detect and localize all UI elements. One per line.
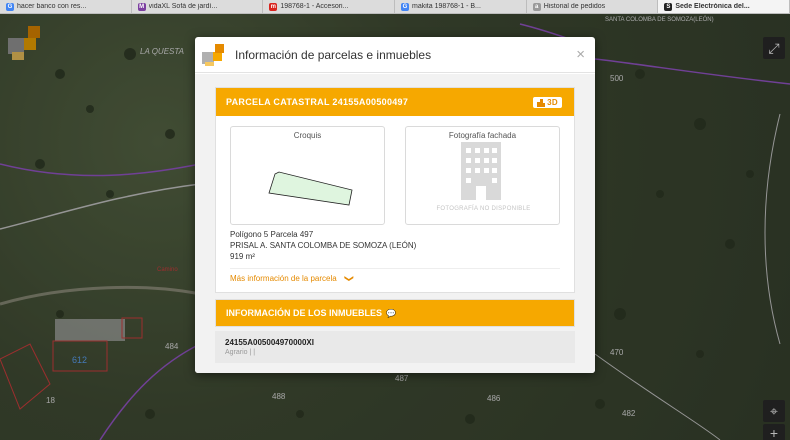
chevron-down-icon: ❯ [343,274,354,283]
browser-tab-bar: Ghacer banco con res... MvidaXL Sofá de … [0,0,790,14]
parcel-sketch [268,171,353,206]
dialog-title: Información de parcelas e inmuebles [235,47,432,62]
photo-unavailable-text: FOTOGRAFÍA NO DISPONIBLE [436,206,531,212]
badge-label: 3D [547,98,558,107]
tab-label: makita 198768-1 - B... [412,3,481,10]
tab-label: 198768-1 - Accesori... [280,3,349,10]
tab-favicon-icon: G [401,2,410,11]
comment-icon: 💬 [386,308,396,318]
dialog-body[interactable]: PARCELA CATASTRAL 24155A00500497 3D Croq… [195,74,595,373]
tab-favicon-icon: S [664,2,673,11]
browser-tab[interactable]: m 198768-1 - Accesori... [263,0,396,13]
tab-favicon-icon: a [532,2,541,11]
parcel-info-dialog: Información de parcelas e inmuebles × PA… [195,37,595,373]
inmueble-list-item[interactable]: 24155A005004970000XI Agrario | | [215,331,575,363]
inmuebles-header: INFORMACIÓN DE LOS INMUEBLES 💬 [215,299,575,327]
browser-tab[interactable]: a Historial de pedidos [527,0,659,13]
poligono-parcela: Polígono 5 Parcela 497 [230,230,314,239]
tab-favicon-icon: m [269,2,278,11]
browser-tab[interactable]: MvidaXL Sofá de jardí... [132,0,264,13]
more-parcel-info-link[interactable]: Más información de la parcela ❯ [230,268,560,284]
inmueble-use: Agrario | | [225,349,256,356]
more-parcel-info-label: Más información de la parcela [230,274,337,283]
inmueble-reference: 24155A005004970000XI [225,338,314,347]
view-3d-button[interactable]: 3D [533,97,562,108]
parcela-header: PARCELA CATASTRAL 24155A00500497 3D [216,88,574,116]
tab-favicon-icon: G [6,2,14,11]
tab-label: vidaXL Sofá de jardí... [148,3,218,10]
tab-favicon-icon: M [137,2,146,11]
tab-label: Sede Electrónica del... [675,3,750,10]
catastro-logo-icon [202,43,224,66]
parcela-title: PARCELA CATASTRAL 24155A00500497 [226,97,409,107]
buildings-icon [537,98,546,107]
close-icon[interactable]: × [576,46,585,63]
building-icon [461,142,501,200]
dialog-header: Información de parcelas e inmuebles × [195,37,595,73]
browser-tab-active[interactable]: S Sede Electrónica del... [658,0,790,13]
parcela-card: PARCELA CATASTRAL 24155A00500497 3D Croq… [215,87,575,293]
tab-label: hacer banco con res... [17,3,87,10]
parcel-area: 919 m² [230,252,255,261]
parcel-location: PRISAL A. SANTA COLOMBA DE SOMOZA (LEÓN) [230,241,417,250]
browser-tab[interactable]: Gmakita 198768-1 - B... [395,0,527,13]
tab-label: Historial de pedidos [543,3,606,10]
inmuebles-title: INFORMACIÓN DE LOS INMUEBLES [226,308,383,318]
browser-tab[interactable]: Ghacer banco con res... [0,0,132,13]
croquis-label: Croquis [293,131,322,140]
facade-photo-panel: Fotografía fachada FOTOGRAFÍA NO DISPONI… [405,126,560,225]
facade-photo-label: Fotografía fachada [448,131,517,140]
croquis-panel[interactable]: Croquis [230,126,385,225]
